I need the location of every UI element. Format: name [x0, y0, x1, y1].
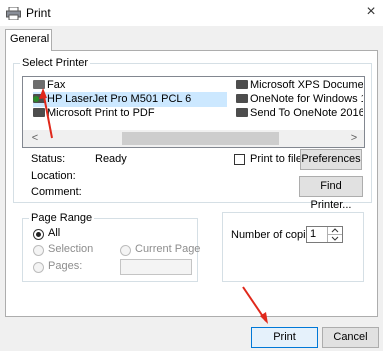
page-range-legend: Page Range [31, 212, 93, 224]
window-title: Print [26, 6, 51, 20]
title-bar [0, 0, 383, 26]
printer-item-label: Send To OneNote 2016 [250, 107, 363, 119]
printer-item-label: Fax [47, 79, 66, 91]
printer-item-fax[interactable]: Fax [33, 78, 223, 93]
printer-item-hp-laserjet[interactable]: HP LaserJet Pro M501 PCL 6 [33, 92, 227, 107]
default-printer-icon [33, 94, 45, 103]
tab-general[interactable]: General [5, 29, 52, 51]
printer-item-send-to-onenote[interactable]: Send To OneNote 2016 [236, 106, 363, 121]
printer-icon [236, 94, 248, 103]
printer-item-xps[interactable]: Microsoft XPS Documen [236, 78, 363, 93]
printer-item-label: Microsoft XPS Documen [250, 79, 363, 91]
pages-input[interactable] [120, 259, 192, 275]
radio-current-page[interactable] [120, 245, 131, 256]
close-button[interactable]: × [363, 3, 379, 21]
scroll-right-button[interactable]: > [347, 130, 361, 147]
location-label: Location: [31, 170, 76, 182]
printer-item-print-to-pdf[interactable]: Microsoft Print to PDF [33, 106, 223, 121]
radio-pages[interactable] [33, 262, 44, 273]
cancel-button[interactable]: Cancel [322, 327, 379, 348]
comment-label: Comment: [31, 186, 82, 198]
printer-item-onenote-windows[interactable]: OneNote for Windows 1( [236, 92, 363, 107]
scrollbar-thumb[interactable] [122, 132, 279, 145]
radio-all-label: All [48, 227, 61, 239]
printer-icon [33, 108, 45, 117]
radio-current-page-label: Current Page [135, 243, 201, 255]
radio-selection[interactable] [33, 245, 44, 256]
printer-icon [6, 7, 21, 20]
print-button[interactable]: Print [251, 327, 318, 348]
preferences-button[interactable]: Preferences [300, 149, 362, 170]
printer-item-label: OneNote for Windows 1( [250, 93, 363, 105]
radio-selection-label: Selection [48, 243, 94, 255]
print-to-file-checkbox[interactable] [234, 154, 245, 165]
radio-all[interactable] [33, 229, 44, 240]
status-value: Ready [95, 153, 127, 165]
radio-pages-label: Pages: [48, 260, 83, 272]
copies-spinner[interactable] [327, 227, 342, 242]
status-label: Status: [31, 153, 66, 165]
printer-icon [236, 108, 248, 117]
find-printer-button[interactable]: Find Printer... [299, 176, 363, 211]
fax-icon [33, 80, 45, 89]
select-printer-legend: Select Printer [22, 57, 89, 69]
copies-group [222, 212, 364, 282]
printer-item-label: Microsoft Print to PDF [47, 107, 155, 119]
printer-icon [236, 80, 248, 89]
copies-value: 1 [310, 228, 317, 240]
print-to-file-label: Print to file [250, 153, 302, 165]
scroll-left-button[interactable]: < [28, 130, 42, 147]
printer-item-label: HP LaserJet Pro M501 PCL 6 [47, 93, 192, 105]
